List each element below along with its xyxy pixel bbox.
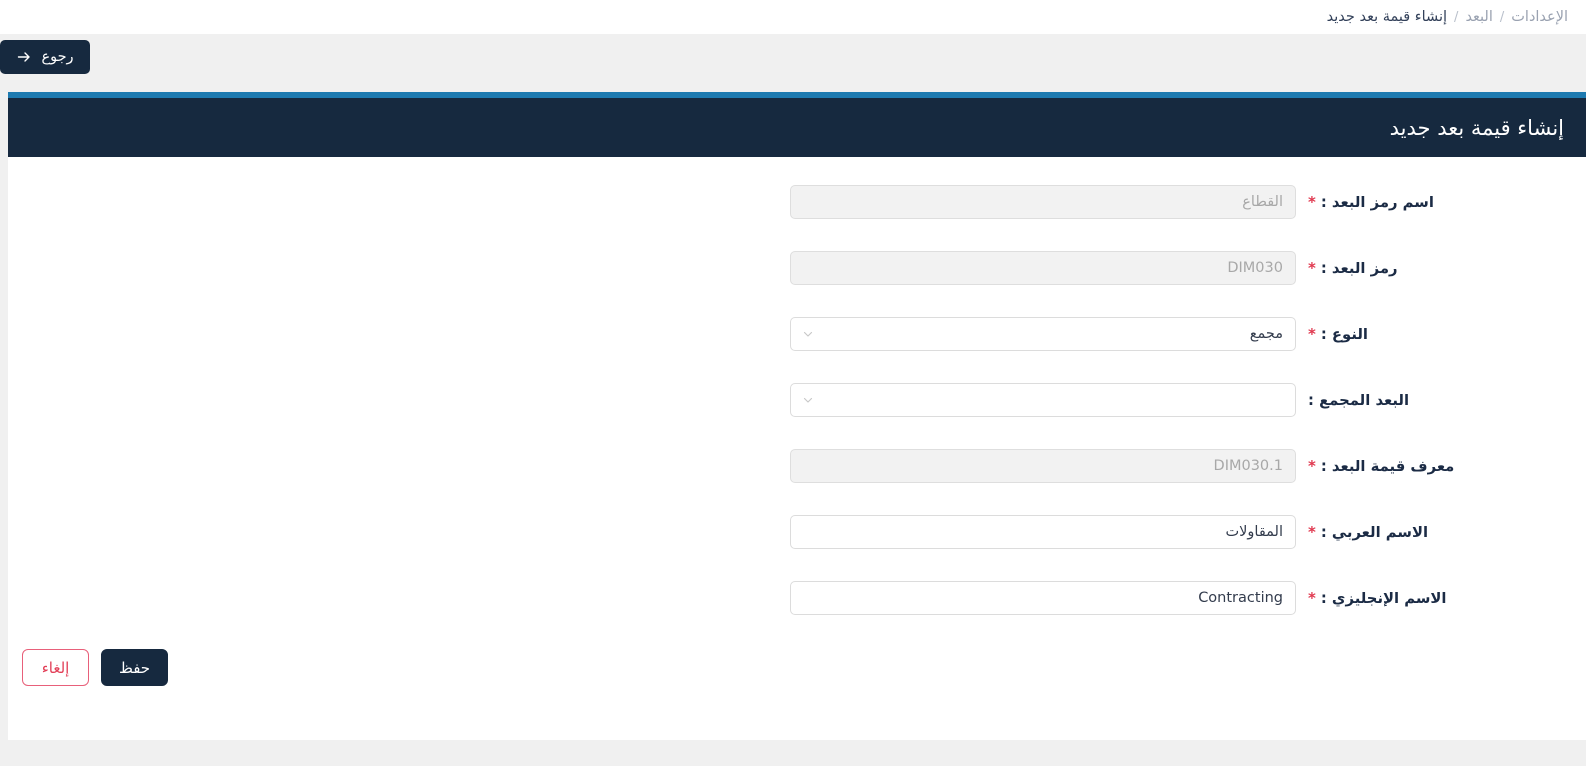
form-row-arabic-name: الاسم العربي : * <box>8 515 1586 549</box>
page-title: إنشاء قيمة بعد جديد <box>1389 115 1564 140</box>
breadcrumb-separator: / <box>1454 9 1459 25</box>
parent-dimension-select[interactable] <box>790 383 1296 417</box>
breadcrumb-item-dimension[interactable]: البعد <box>1465 9 1492 25</box>
breadcrumb-item-current: إنشاء قيمة بعد جديد <box>1326 9 1448 25</box>
label-text: الاسم العربي : <box>1320 523 1429 541</box>
control-dimension-code <box>790 251 1296 285</box>
page-root: الإعدادات / البعد / إنشاء قيمة بعد جديد … <box>0 0 1586 766</box>
save-button[interactable]: حفظ <box>101 649 168 686</box>
form-row-dimension-code-name: اسم رمز البعد : * <box>8 185 1586 219</box>
label-dimension-value-id: معرف قيمة البعد : * <box>1296 458 1586 475</box>
control-parent-dimension <box>790 383 1296 417</box>
control-english-name <box>790 581 1296 615</box>
required-asterisk: * <box>1308 258 1316 277</box>
card-header: إنشاء قيمة بعد جديد <box>8 98 1586 157</box>
footer-actions: إلغاء حفظ <box>22 649 168 686</box>
type-select[interactable]: مجمع <box>790 317 1296 351</box>
chevron-down-icon <box>801 393 815 407</box>
breadcrumb-item-settings[interactable]: الإعدادات <box>1511 9 1568 25</box>
form-row-parent-dimension: البعد المجمع : <box>8 383 1586 417</box>
dimension-code-input[interactable] <box>790 251 1296 285</box>
arabic-name-input[interactable] <box>790 515 1296 549</box>
label-dimension-code-name: اسم رمز البعد : * <box>1296 194 1586 211</box>
required-asterisk: * <box>1308 456 1316 475</box>
label-text: رمز البعد : <box>1320 259 1398 277</box>
label-text: البعد المجمع : <box>1308 391 1410 409</box>
label-parent-dimension: البعد المجمع : <box>1296 392 1586 409</box>
label-dimension-code: رمز البعد : * <box>1296 260 1586 277</box>
breadcrumb-bar: الإعدادات / البعد / إنشاء قيمة بعد جديد <box>0 0 1586 34</box>
back-button-label: رجوع <box>41 49 74 65</box>
dimension-value-id-input[interactable] <box>790 449 1296 483</box>
control-type: مجمع <box>790 317 1296 351</box>
type-select-value: مجمع <box>1249 326 1283 342</box>
chevron-down-icon <box>801 327 815 341</box>
label-text: اسم رمز البعد : <box>1320 193 1434 211</box>
label-text: معرف قيمة البعد : <box>1320 457 1455 475</box>
cancel-button[interactable]: إلغاء <box>22 649 89 686</box>
control-dimension-code-name <box>790 185 1296 219</box>
form-area: اسم رمز البعد : * رمز البعد : * النوع : … <box>8 157 1586 740</box>
breadcrumb: الإعدادات / البعد / إنشاء قيمة بعد جديد <box>1327 9 1568 25</box>
form-row-type: النوع : * مجمع <box>8 317 1586 351</box>
form-row-english-name: الاسم الإنجليزي : * <box>8 581 1586 615</box>
label-type: النوع : * <box>1296 326 1586 343</box>
back-button[interactable]: رجوع <box>0 40 90 74</box>
control-dimension-value-id <box>790 449 1296 483</box>
breadcrumb-separator: / <box>1499 9 1505 25</box>
label-text: النوع : <box>1320 325 1368 343</box>
english-name-input[interactable] <box>790 581 1296 615</box>
required-asterisk: * <box>1308 522 1316 541</box>
form-row-dimension-code: رمز البعد : * <box>8 251 1586 285</box>
arrow-right-icon <box>16 49 32 65</box>
label-english-name: الاسم الإنجليزي : * <box>1296 590 1586 607</box>
required-asterisk: * <box>1308 192 1316 211</box>
label-text: الاسم الإنجليزي : <box>1320 589 1447 607</box>
control-arabic-name <box>790 515 1296 549</box>
required-asterisk: * <box>1308 324 1316 343</box>
form-row-dimension-value-id: معرف قيمة البعد : * <box>8 449 1586 483</box>
dimension-code-name-input[interactable] <box>790 185 1296 219</box>
required-asterisk: * <box>1308 588 1316 607</box>
label-arabic-name: الاسم العربي : * <box>1296 524 1586 541</box>
